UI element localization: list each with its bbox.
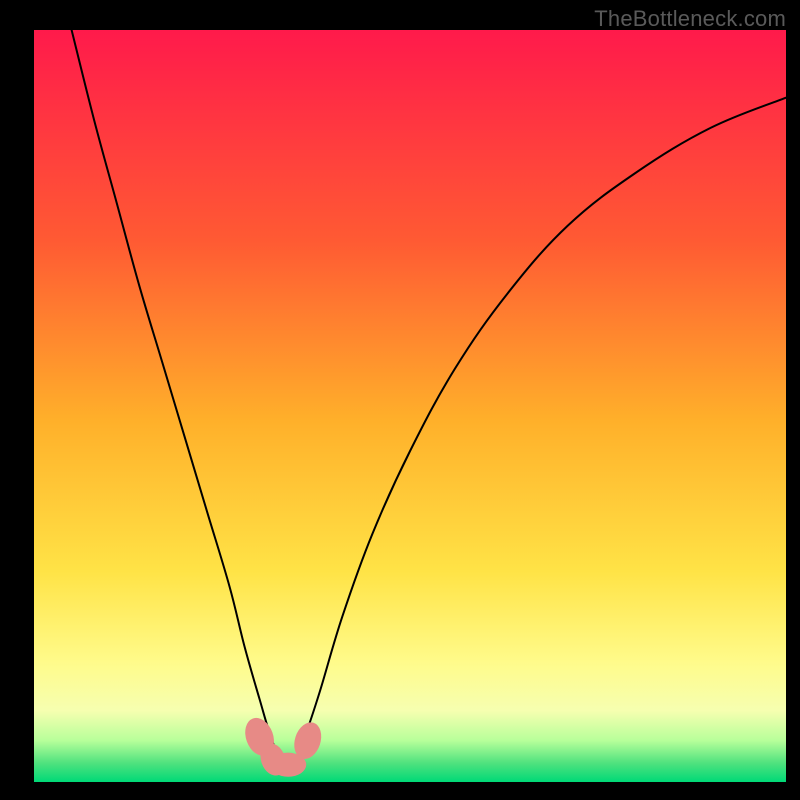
chart-stage: TheBottleneck.com: [0, 0, 800, 800]
bottleneck-chart: [0, 0, 800, 800]
plot-background: [34, 30, 786, 782]
watermark-text: TheBottleneck.com: [594, 6, 786, 32]
